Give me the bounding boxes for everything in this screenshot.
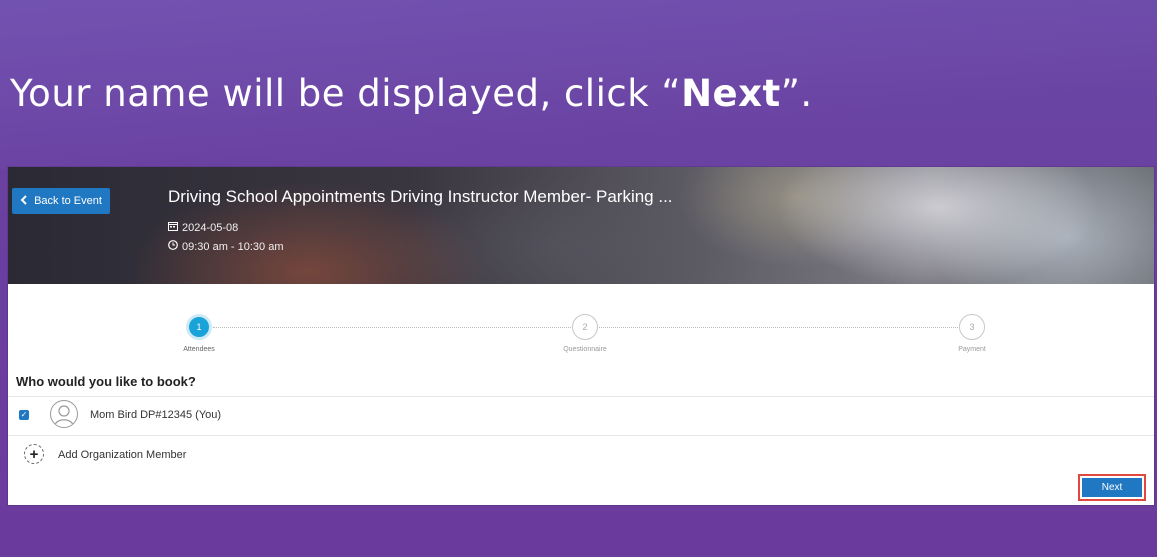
- booking-question: Who would you like to book?: [16, 374, 196, 389]
- calendar-icon: [168, 221, 178, 234]
- avatar: [50, 400, 78, 428]
- event-time-text: 09:30 am - 10:30 am: [182, 240, 284, 253]
- event-hero-banner: Back to Event Driving School Appointment…: [8, 167, 1154, 284]
- back-to-event-button[interactable]: Back to Event: [12, 188, 110, 214]
- event-date-text: 2024-05-08: [182, 221, 239, 234]
- add-member-row[interactable]: + Add Organization Member: [8, 435, 1154, 475]
- instruction-prefix: Your name will be displayed, click “: [10, 72, 682, 115]
- step-2-number: 2: [582, 322, 588, 332]
- instruction-suffix: ”.: [780, 72, 813, 115]
- slide-instruction: Your name will be displayed, click “Next…: [10, 72, 813, 115]
- add-member-label[interactable]: Add Organization Member: [58, 449, 186, 461]
- booking-window: Back to Event Driving School Appointment…: [8, 167, 1154, 505]
- progress-stepper: 1 2 3 Attendees Questionnaire Payment: [8, 307, 1154, 357]
- back-to-event-label: Back to Event: [34, 195, 102, 207]
- step-3-label: Payment: [958, 346, 986, 353]
- step-2-label: Questionnaire: [563, 346, 607, 353]
- step-3-circle: 3: [959, 314, 985, 340]
- stepper-connector: [599, 327, 958, 328]
- attendee-checkbox[interactable]: ✓: [19, 410, 29, 420]
- step-1-label: Attendees: [183, 346, 215, 353]
- instruction-bold: Next: [681, 72, 781, 115]
- event-date: 2024-05-08: [168, 221, 238, 234]
- event-title: Driving School Appointments Driving Inst…: [168, 187, 673, 206]
- chevron-left-icon: [20, 194, 28, 208]
- clock-icon: [168, 240, 178, 253]
- stepper-connector: [213, 327, 571, 328]
- next-button[interactable]: Next: [1082, 478, 1142, 497]
- attendee-row: ✓ Mom Bird DP#12345 (You): [8, 396, 1154, 435]
- step-1-number: 1: [196, 322, 202, 332]
- plus-icon[interactable]: +: [24, 444, 44, 464]
- attendee-name: Mom Bird DP#12345 (You): [90, 409, 222, 421]
- step-3-number: 3: [969, 322, 975, 332]
- step-2-circle: 2: [572, 314, 598, 340]
- event-time: 09:30 am - 10:30 am: [168, 240, 284, 253]
- step-1-circle: 1: [186, 314, 212, 340]
